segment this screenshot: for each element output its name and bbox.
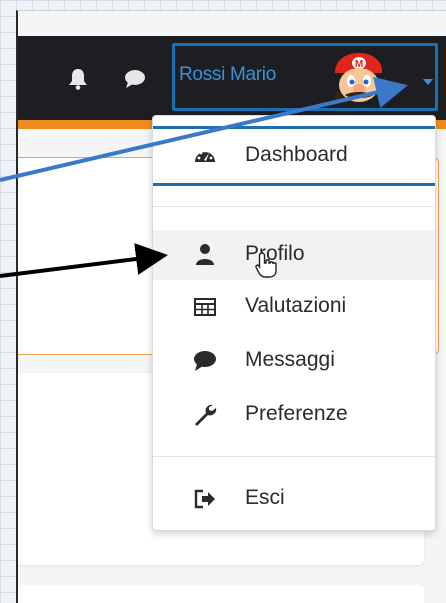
menu-divider (153, 206, 435, 207)
comment-icon (193, 349, 217, 373)
menu-item-label: Dashboard (245, 143, 348, 166)
menu-item-profilo[interactable]: Profilo (153, 230, 435, 280)
menu-divider (153, 456, 435, 457)
menu-item-messaggi[interactable]: Messaggi (153, 336, 435, 386)
menu-item-label: Preferenze (245, 402, 348, 425)
menu-item-valutazioni[interactable]: Valutazioni (153, 282, 435, 332)
chat-bubble-icon[interactable] (124, 69, 146, 94)
avatar: M (329, 51, 387, 110)
user-icon (193, 243, 217, 267)
wrench-icon (193, 403, 217, 427)
user-menu-toggle[interactable]: Rossi Mario M (172, 43, 438, 111)
user-dropdown-menu: Dashboard Profilo Valutazioni Messaggi P… (152, 115, 436, 531)
menu-item-preferenze[interactable]: Preferenze (153, 390, 435, 440)
user-name: Rossi Mario (179, 64, 276, 85)
bell-icon[interactable] (68, 68, 88, 95)
caret-down-icon (423, 74, 433, 92)
menu-item-label: Esci (245, 486, 285, 509)
sign-out-icon (193, 487, 217, 511)
menu-item-dashboard[interactable]: Dashboard (153, 126, 435, 186)
hand-cursor-icon (254, 251, 280, 284)
tachometer-icon (193, 144, 217, 168)
menu-item-label: Messaggi (245, 348, 335, 371)
app-window: Rossi Mario M Dashboard Profilo Valutazi… (16, 10, 446, 603)
table-icon (193, 295, 217, 319)
content-panel-tertiary (18, 585, 424, 603)
menu-item-esci[interactable]: Esci (153, 474, 435, 524)
menu-item-label: Valutazioni (245, 294, 347, 317)
